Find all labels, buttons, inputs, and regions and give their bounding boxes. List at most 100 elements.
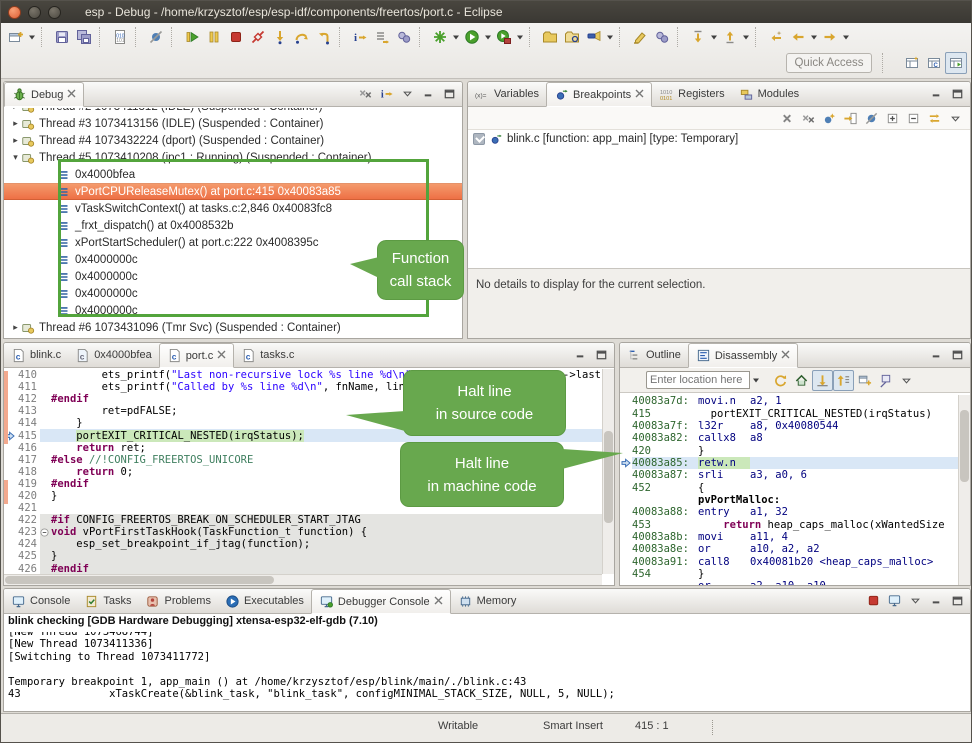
go-to-address-home-button[interactable] [791, 370, 812, 391]
external-tools-button-dropdown[interactable] [515, 26, 525, 48]
window-close-button[interactable] [8, 6, 21, 19]
remove-breakpoint-button[interactable] [777, 108, 798, 129]
forward-button-dropdown[interactable] [841, 26, 851, 48]
previous-annotation-button[interactable] [719, 26, 741, 48]
last-edit-location-button[interactable] [765, 26, 787, 48]
tab-disassembly[interactable]: Disassembly [688, 343, 798, 368]
external-tools-button[interactable] [493, 26, 515, 48]
save-all-button[interactable] [73, 26, 95, 48]
window-maximize-button[interactable] [48, 6, 61, 19]
view-menu-button[interactable] [945, 108, 966, 129]
tree-expander-icon[interactable]: ▸ [10, 108, 21, 112]
debug-tree-row[interactable]: 0x4000000c [4, 302, 462, 319]
maximize-view-button[interactable] [439, 83, 460, 104]
link-with-debug-view-button[interactable] [924, 108, 945, 129]
tree-expander-icon[interactable]: ▾ [10, 152, 21, 163]
tab-registers[interactable]: 10100101Registers [652, 82, 731, 106]
tab-blink-c[interactable]: cblink.c [4, 343, 68, 367]
console-dropdown[interactable] [905, 590, 926, 611]
open-type-button[interactable] [539, 26, 561, 48]
window-minimize-button[interactable] [28, 6, 41, 19]
debug-tree-row[interactable]: ▾Thread #5 1073410208 (ipc1 : Running) (… [4, 149, 462, 166]
skip-all-breakpoints-button[interactable] [861, 108, 882, 129]
location-dropdown[interactable] [751, 369, 761, 391]
suspend-button[interactable] [203, 26, 225, 48]
close-icon[interactable] [67, 89, 76, 101]
minimize-view-button[interactable] [926, 83, 947, 104]
open-perspective-button[interactable] [901, 52, 923, 74]
maximize-view-button[interactable] [947, 590, 968, 611]
debug-tree-row[interactable]: ▸Thread #2 1073411312 (IDLE) (Suspended … [4, 108, 462, 115]
disassembly-vertical-scrollbar[interactable] [958, 395, 970, 585]
terminate-button[interactable] [863, 590, 884, 611]
step-over-button[interactable] [291, 26, 313, 48]
debug-perspective-button[interactable] [945, 52, 967, 74]
minimize-view-button[interactable] [926, 344, 947, 365]
maximize-view-button[interactable] [947, 83, 968, 104]
cpp-perspective-button[interactable]: C [923, 52, 945, 74]
tree-expander-icon[interactable]: ▸ [10, 322, 21, 333]
tab-memory[interactable]: Memory [451, 589, 524, 613]
go-to-file-for-breakpoint-button[interactable] [840, 108, 861, 129]
tab-modules[interactable]: Modules [732, 82, 807, 106]
instruction-stepping-mode-button[interactable]: i [376, 83, 397, 104]
breakpoint-item[interactable]: blink.c [function: app_main] [type: Temp… [468, 130, 970, 147]
tab-debug[interactable]: Debug [4, 82, 84, 107]
disconnect-button[interactable] [247, 26, 269, 48]
maximize-view-button[interactable] [591, 344, 612, 365]
tab-breakpoints[interactable]: Breakpoints [546, 82, 652, 107]
view-menu-button[interactable] [896, 370, 917, 391]
build-binary-button[interactable]: 010101 [109, 26, 131, 48]
step-return-button[interactable] [313, 26, 335, 48]
collapse-all-button[interactable] [903, 108, 924, 129]
trace-control-button[interactable] [371, 26, 393, 48]
debug-button[interactable] [429, 26, 451, 48]
next-annotation-button-dropdown[interactable] [709, 26, 719, 48]
search-button-dropdown[interactable] [605, 26, 615, 48]
scrollbar-thumb[interactable] [5, 576, 274, 584]
terminate-button[interactable] [225, 26, 247, 48]
sync-with-active-debug-context-button[interactable] [812, 370, 833, 391]
quick-access-button[interactable]: Quick Access [786, 53, 872, 73]
close-icon[interactable] [781, 350, 790, 362]
tab-tasks[interactable]: Tasks [77, 589, 138, 613]
editor-presentation-button[interactable] [651, 26, 673, 48]
back-button[interactable] [787, 26, 809, 48]
tab-console[interactable]: Console [4, 589, 77, 613]
tab-tasks-c[interactable]: ctasks.c [234, 343, 301, 367]
editor-horizontal-scrollbar[interactable] [4, 574, 602, 585]
skip-all-breakpoints-button[interactable] [145, 26, 167, 48]
track-expression-button[interactable] [833, 370, 854, 391]
breakpoint-checkbox[interactable] [473, 133, 485, 145]
close-icon[interactable] [434, 596, 443, 608]
tab-executables[interactable]: Executables [218, 589, 311, 613]
debug-tree-row[interactable]: ▸Thread #6 1073431096 (Tmr Svc) (Suspend… [4, 319, 462, 336]
tab-debugger-console[interactable]: Debugger Console [311, 589, 451, 614]
remove-all-terminated-button[interactable] [355, 83, 376, 104]
scrollbar-thumb[interactable] [960, 410, 969, 482]
debug-tree-row[interactable]: 0x4000bfea [4, 166, 462, 183]
tree-expander-icon[interactable]: ▸ [10, 135, 21, 146]
refresh-view-button[interactable] [770, 370, 791, 391]
minimize-view-button[interactable] [570, 344, 591, 365]
back-button-dropdown[interactable] [809, 26, 819, 48]
use-step-filters-button[interactable] [393, 26, 415, 48]
close-icon[interactable] [217, 350, 226, 362]
debug-call-stack-tree[interactable]: ▸Thread #2 1073411312 (IDLE) (Suspended … [4, 108, 462, 338]
debug-tree-row[interactable]: vTaskSwitchContext() at tasks.c:2,846 0x… [4, 200, 462, 217]
debug-tree-row[interactable]: ▸Thread #3 1073413156 (IDLE) (Suspended … [4, 115, 462, 132]
search-button[interactable] [583, 26, 605, 48]
new-wizard[interactable] [5, 26, 27, 48]
console-output[interactable]: [New Thread 1073468744][New Thread 10734… [4, 632, 970, 711]
editor-vertical-scrollbar[interactable] [602, 369, 614, 574]
tab-port-c[interactable]: cport.c [159, 343, 235, 368]
open-new-view-button[interactable] [854, 370, 875, 391]
expand-all-button[interactable] [882, 108, 903, 129]
mark-occurrences-button[interactable] [629, 26, 651, 48]
show-supported-breakpoints-button[interactable] [819, 108, 840, 129]
scrollbar-thumb[interactable] [604, 431, 613, 523]
step-into-button[interactable] [269, 26, 291, 48]
run-button-dropdown[interactable] [483, 26, 493, 48]
forward-button[interactable] [819, 26, 841, 48]
close-icon[interactable] [635, 89, 644, 101]
